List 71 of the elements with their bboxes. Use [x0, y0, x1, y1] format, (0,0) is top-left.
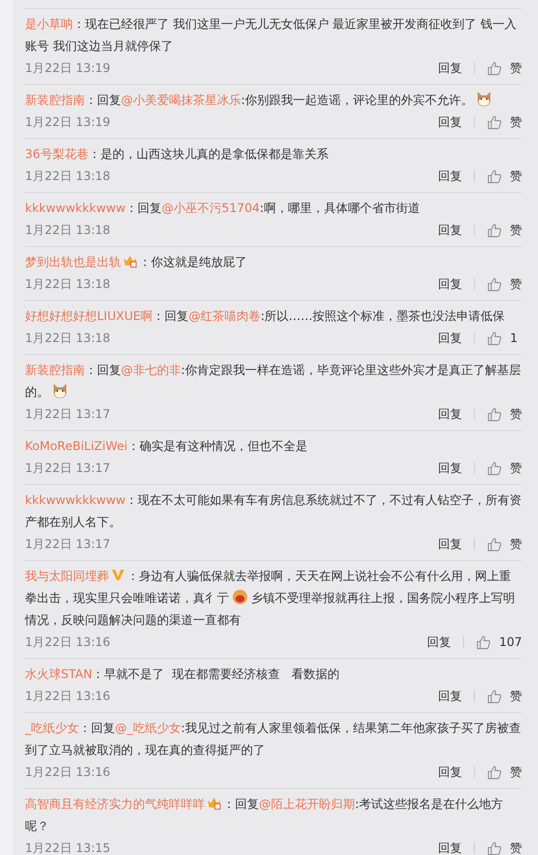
comment-text: 高智商且有经济实力的气纯咩咩咩 ：回复@陌上花开盼归期:考试这些报名是在什么地方呢？	[25, 795, 504, 835]
like-count[interactable]: 赞	[510, 114, 522, 130]
like-count[interactable]: 赞	[510, 60, 522, 76]
comment-text: 新装腔指南：回复@非七的非:你肯定跟我一样在造谣，毕竟评论里这些外宾才是真正了解基层的。	[25, 362, 522, 402]
comment-text: 我与太阳同埋葬 ：身边有人骗低保就去举报啊，天天在网上说社会不公有什么用，网上重拳出击，现实里只会唯唯诺诺，真彳亍 乡镇不受理举报就再往上报，国务院小程序上写明情况，反映问题解决问题的渠道一直都有	[25, 567, 516, 629]
comment-time: 1月22日 13:15	[25, 840, 110, 855]
like-count[interactable]: 赞	[510, 222, 522, 238]
laughing-emoji-icon	[231, 588, 249, 606]
reply-link[interactable]: 回复	[438, 222, 462, 238]
comment-text: _吃纸少女：回复@_吃纸少女:我见过之前有人家里领着低保，结果第二年他家孩子买了房被查到了立马就被取消的，现在真的查得挺严的了	[25, 720, 522, 759]
thumbs-up-icon[interactable]	[487, 764, 502, 780]
comment-time: 1月22日 13:19	[25, 114, 110, 130]
like-count[interactable]: 赞	[510, 406, 522, 422]
like-count[interactable]: 107	[499, 635, 522, 649]
reply-link[interactable]: 回复	[438, 406, 462, 422]
crown-icon	[123, 254, 137, 268]
like-count[interactable]: 赞	[510, 840, 522, 855]
like-count[interactable]: 赞	[510, 168, 522, 184]
thumbs-up-icon[interactable]	[487, 60, 502, 76]
thumbs-up-icon[interactable]	[487, 222, 502, 238]
thumbs-up-icon[interactable]	[487, 460, 502, 476]
reply-link[interactable]: 回复	[438, 168, 462, 184]
reply-link[interactable]: 回复	[438, 114, 462, 130]
comment-time: 1月22日 13:17	[25, 406, 110, 422]
reply-link[interactable]: 回复	[438, 764, 462, 780]
comment-time: 1月22日 13:16	[25, 688, 110, 704]
comment-time: 1月22日 13:18	[25, 168, 110, 184]
like-count[interactable]: 赞	[510, 460, 522, 476]
reply-link[interactable]: 回复	[438, 460, 462, 476]
reply-link[interactable]: 回复	[438, 330, 462, 346]
thumbs-up-icon[interactable]	[476, 634, 492, 650]
comment-time: 1月22日 13:19	[25, 60, 110, 76]
thumbs-up-icon[interactable]	[487, 114, 502, 130]
thumbs-up-icon[interactable]	[487, 168, 502, 184]
like-count[interactable]: 赞	[510, 764, 522, 780]
reply-link[interactable]: 回复	[438, 60, 462, 76]
comment-text: 好想好想好想LIUXUE啊：回复@红茶喵肉卷:所以……按照这个标准，墨茶也没法申请低保	[25, 308, 506, 325]
cat-emoji-icon	[51, 382, 69, 400]
thumbs-up-icon[interactable]	[487, 688, 502, 704]
thumbs-up-icon[interactable]	[487, 536, 502, 552]
comment-time: 1月22日 13:18	[25, 222, 110, 238]
crown-icon	[207, 796, 221, 810]
cat-emoji-icon	[475, 90, 494, 108]
reply-link[interactable]: 回复	[438, 276, 462, 292]
reply-link[interactable]: 回复	[438, 840, 462, 855]
like-count[interactable]: 1	[510, 331, 522, 345]
comment-time: 1月22日 13:17	[25, 536, 110, 552]
comment-text: kkkwwwkkkwww：现在不太可能如果有车有房信息系统就过不了，不过有人钻空子，所有资产都在别人名下。	[25, 492, 522, 531]
comment-text: 水火球STAN：早就不是了 现在都需要经济核查 看数据的	[25, 666, 340, 683]
comment-time: 1月22日 13:16	[25, 764, 110, 780]
comment-text: 新装腔指南：回复@小美爱喝抹茶星冰乐:你别跟我一起造谣，评论里的外宾不允许。	[25, 89, 522, 111]
thumbs-up-icon[interactable]	[487, 330, 502, 346]
comment-time: 1月22日 13:16	[25, 634, 110, 650]
verified-icon	[111, 568, 125, 582]
comment-text: 是小草呐：现在已经很严了 我们这里一户无儿无女低保户 最近家里被开发商征收到了 钱一入账号 我们这边当月就停保了	[25, 16, 518, 55]
thumbs-up-icon[interactable]	[487, 406, 502, 422]
comment-text: 梦到出轨也是出轨 ：你这就是纯放屁了	[25, 253, 248, 271]
reply-link[interactable]: 回复	[438, 536, 462, 552]
like-count[interactable]: 赞	[510, 276, 522, 292]
thumbs-up-icon[interactable]	[487, 840, 502, 855]
comment-time: 1月22日 13:18	[25, 330, 110, 346]
comment-time: 1月22日 13:17	[25, 460, 110, 476]
comment-time: 1月22日 13:18	[25, 276, 110, 292]
comment-text: kkkwwwkkkwww：回复@小巫不污51704:啊，哪里，具体哪个省市街道	[25, 200, 421, 217]
thumbs-up-icon[interactable]	[487, 276, 502, 292]
comment-text: KoMoReBiLiZiWei：确实是有这种情况，但也不全是	[25, 438, 309, 455]
like-count[interactable]: 赞	[510, 688, 522, 704]
like-count[interactable]: 赞	[510, 536, 522, 552]
reply-link[interactable]: 回复	[438, 688, 462, 704]
reply-link[interactable]: 回复	[427, 634, 452, 650]
comment-text: 36号梨花巷：是的，山西这块儿真的是拿低保都是靠关系	[25, 146, 330, 163]
